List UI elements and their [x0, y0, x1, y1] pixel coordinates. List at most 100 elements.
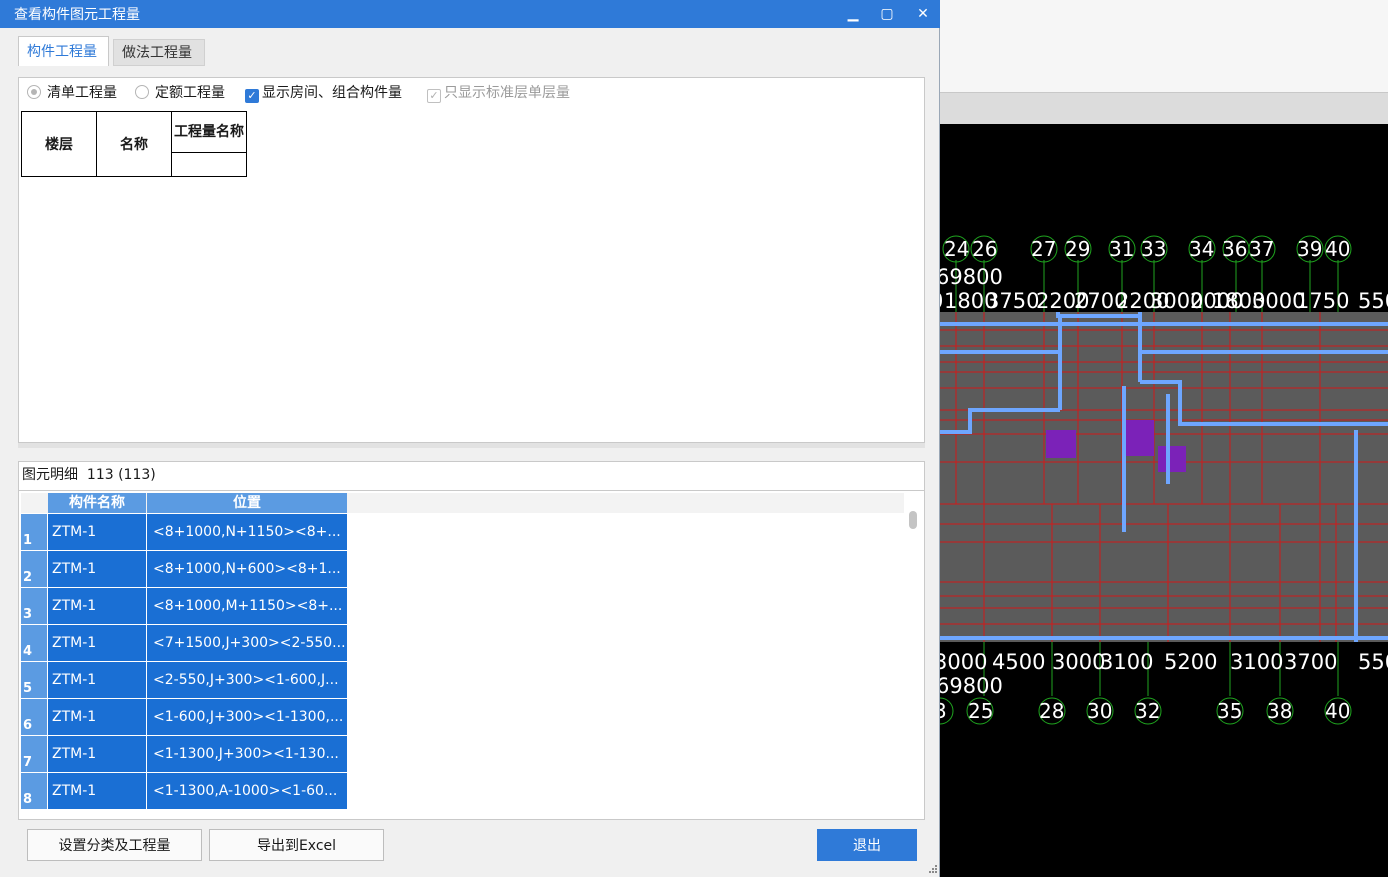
- background-application: 24 26 27 29 31 33 34 36 37 39 40 69800 0…: [940, 0, 1388, 877]
- axis-label: 36: [1222, 237, 1247, 261]
- column-header-component-name[interactable]: 构件名称: [48, 493, 146, 513]
- dimension-label: 550: [1358, 650, 1388, 674]
- detail-count: 113 (113): [86, 467, 156, 483]
- axis-label: 38: [1267, 699, 1292, 723]
- cell-position[interactable]: <1-1300,J+300><1-130...: [147, 736, 347, 772]
- checkbox-only-standard: ✓ 只显示标准层单层量: [427, 82, 570, 104]
- cell-component-name[interactable]: ZTM-1: [48, 662, 146, 698]
- dimension-total-bottom: 69800: [940, 674, 1003, 698]
- row-number: 3: [21, 588, 47, 624]
- radio-dinge[interactable]: 定额工程量: [135, 82, 225, 104]
- column-header-name: 名称: [96, 111, 172, 177]
- detail-header: 图元明细 113 (113): [18, 461, 925, 491]
- axis-label: 33: [1141, 237, 1166, 261]
- axis-label: 40: [1325, 699, 1350, 723]
- dimension-label: 3700: [1284, 650, 1337, 674]
- dialog-title: 查看构件图元工程量: [14, 7, 140, 23]
- axis-label: 35: [1217, 699, 1242, 723]
- checkbox-show-rooms[interactable]: ✓ 显示房间、组合构件量: [245, 82, 402, 104]
- dimension-label: 3000: [940, 650, 987, 674]
- checkbox-disabled-icon: ✓: [427, 89, 441, 103]
- dimension-label: 550: [1358, 289, 1388, 313]
- dimension-label: 3100: [1230, 650, 1283, 674]
- cell-component-name[interactable]: ZTM-1: [48, 773, 146, 809]
- cad-drawing-canvas[interactable]: 24 26 27 29 31 33 34 36 37 39 40 69800 0…: [940, 124, 1388, 877]
- axis-label: 26: [972, 237, 997, 261]
- close-button[interactable]: ✕: [908, 2, 938, 26]
- row-number: 8: [21, 773, 47, 809]
- axis-label: 30: [1087, 699, 1112, 723]
- minimize-button[interactable]: ▁: [838, 2, 868, 26]
- cell-component-name[interactable]: ZTM-1: [48, 514, 146, 550]
- cell-component-name[interactable]: ZTM-1: [48, 625, 146, 661]
- checkbox-only-standard-label: 只显示标准层单层量: [444, 85, 570, 101]
- axis-label: 24: [944, 237, 969, 261]
- resize-grip-icon[interactable]: [927, 863, 937, 873]
- row-number: 1: [21, 514, 47, 550]
- cell-position[interactable]: <2-550,J+300><1-600,J...: [147, 662, 347, 698]
- dimension-label: 0: [940, 289, 943, 313]
- cell-position[interactable]: <8+1000,N+1150><8+...: [147, 514, 347, 550]
- axis-label: 28: [1039, 699, 1064, 723]
- background-tab-strip: [940, 92, 1388, 125]
- cell-component-name[interactable]: ZTM-1: [48, 699, 146, 735]
- cell-component-name[interactable]: ZTM-1: [48, 551, 146, 587]
- dimension-label: 4500: [992, 650, 1045, 674]
- axis-label: 3: [940, 699, 947, 723]
- scrollbar-thumb[interactable]: [909, 511, 917, 529]
- dimension-total-top: 69800: [940, 265, 1003, 289]
- dialog-titlebar[interactable]: 查看构件图元工程量 ▁ ▢ ✕: [0, 0, 940, 28]
- dimension-label: 3100: [1100, 650, 1153, 674]
- highlight-element[interactable]: [1158, 446, 1186, 472]
- highlight-element[interactable]: [1046, 430, 1076, 458]
- cell-component-name[interactable]: ZTM-1: [48, 588, 146, 624]
- cell-position[interactable]: <8+1000,N+600><8+1...: [147, 551, 347, 587]
- empty-cell: [171, 152, 247, 177]
- cad-plan-svg: 24 26 27 29 31 33 34 36 37 39 40 69800 0…: [940, 235, 1388, 725]
- row-number: 4: [21, 625, 47, 661]
- background-toolbar: [940, 0, 1388, 92]
- cell-position[interactable]: <1-1300,A-1000><1-60...: [147, 773, 347, 809]
- vertical-scrollbar[interactable]: [907, 509, 917, 809]
- checkbox-checked-icon: ✓: [245, 89, 259, 103]
- cell-position[interactable]: <8+1000,M+1150><8+...: [147, 588, 347, 624]
- dimension-label: 3750: [986, 289, 1039, 313]
- dimension-label: 3000: [1052, 650, 1105, 674]
- maximize-button[interactable]: ▢: [872, 2, 902, 26]
- axis-label: 34: [1189, 237, 1214, 261]
- tab-method-quantity[interactable]: 做法工程量: [113, 39, 205, 66]
- exit-button[interactable]: 退出: [817, 829, 917, 861]
- detail-label: 图元明细: [22, 467, 78, 483]
- export-excel-button[interactable]: 导出到Excel: [209, 829, 384, 861]
- column-header-position[interactable]: 位置: [147, 493, 347, 513]
- axis-label: 27: [1031, 237, 1056, 261]
- axis-label: 40: [1325, 237, 1350, 261]
- highlight-element[interactable]: [1126, 420, 1154, 456]
- cell-component-name[interactable]: ZTM-1: [48, 736, 146, 772]
- tab-component-quantity[interactable]: 构件工程量: [18, 36, 109, 66]
- dimension-label: 1750: [1296, 289, 1349, 313]
- axis-label: 31: [1109, 237, 1134, 261]
- dimension-label: 5200: [1164, 650, 1217, 674]
- row-number: 5: [21, 662, 47, 698]
- detail-grid: 构件名称 位置 1 ZTM-1 <8+1000,N+1150><8+... 2 …: [18, 490, 925, 820]
- row-number: 6: [21, 699, 47, 735]
- panel-splitter[interactable]: [18, 443, 925, 448]
- axis-label: 37: [1249, 237, 1274, 261]
- quantity-panel: 清单工程量 定额工程量 ✓ 显示房间、组合构件量 ✓ 只显示标准层单层量 楼层 名称…: [18, 77, 925, 443]
- axis-label: 32: [1135, 699, 1160, 723]
- grid-header: 构件名称 位置: [21, 493, 904, 513]
- radio-qingdan-label: 清单工程量: [47, 85, 117, 101]
- quantity-table: 楼层 名称 工程量名称: [21, 110, 247, 177]
- column-header-qty-name: 工程量名称: [171, 110, 247, 154]
- component-quantity-dialog: 查看构件图元工程量 ▁ ▢ ✕ 构件工程量 做法工程量 清单工程量 定额工程量 …: [0, 0, 940, 877]
- checkbox-show-rooms-label: 显示房间、组合构件量: [262, 85, 402, 101]
- radio-selected-icon: [27, 85, 41, 99]
- row-number: 2: [21, 551, 47, 587]
- cell-position[interactable]: <7+1500,J+300><2-550...: [147, 625, 347, 661]
- cell-position[interactable]: <1-600,J+300><1-1300,...: [147, 699, 347, 735]
- radio-dinge-label: 定额工程量: [155, 85, 225, 101]
- set-category-quantity-button[interactable]: 设置分类及工程量: [27, 829, 202, 861]
- radio-qingdan[interactable]: 清单工程量: [27, 82, 117, 104]
- radio-icon: [135, 85, 149, 99]
